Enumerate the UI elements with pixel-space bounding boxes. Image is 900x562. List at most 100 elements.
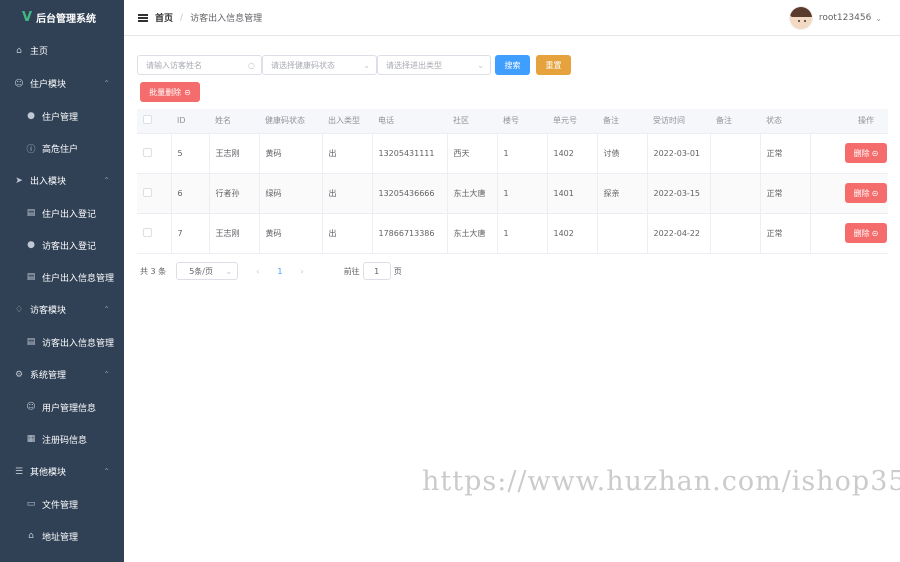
menu-icon: ☰ (14, 466, 24, 477)
cell-unit: 1401 (547, 173, 598, 214)
cell-name: 行者孙 (209, 173, 260, 214)
filter-bar: 请输入访客姓名 ○ 请选择健康码状态 ⌄ 请选择进出类型 ⌄ 搜索 重置 (137, 55, 571, 75)
cell-name: 王志刚 (209, 213, 260, 254)
row-select-cell[interactable] (137, 173, 172, 214)
sidebar-item-label: 住户管理 (42, 112, 79, 123)
search-button[interactable]: 搜索 (495, 55, 530, 75)
sidebar-item[interactable]: ⓘ 高危住户 (0, 132, 124, 164)
watermark: https://www.huzhan.com/ishop3572 (422, 466, 900, 497)
column-header: 操作 (810, 109, 888, 134)
column-header: 状态 (760, 109, 810, 134)
column-header: 姓名 (209, 109, 259, 134)
select-all-header[interactable] (137, 109, 171, 134)
sidebar-item[interactable]: ☰ 其他模块 ⌃ (0, 455, 124, 488)
sidebar-item[interactable]: ☺ 住户模块 ⌃ (0, 67, 124, 100)
page-size-select[interactable]: 5条/页 ⌄ (176, 262, 239, 280)
sidebar-item-label: 文件管理 (42, 500, 79, 511)
cell-visit-time: 2022-03-15 (647, 173, 711, 214)
document-icon: ▤ (26, 337, 36, 347)
cell-id: 6 (171, 173, 210, 214)
avatar[interactable] (788, 6, 813, 30)
home-icon: ⌂ (16, 45, 22, 56)
row-select-cell[interactable] (137, 133, 172, 174)
batch-delete-button[interactable]: 批量删除 ⊝ (140, 82, 200, 102)
sidebar-item[interactable]: ☺ 用户管理信息 (0, 391, 124, 423)
sidebar-item[interactable]: ● 住户管理 (0, 100, 124, 132)
sidebar-item[interactable]: ♢ 访客模块 ⌃ (0, 293, 124, 326)
user-icon: ☺ (14, 78, 24, 89)
reset-button[interactable]: 重置 (536, 55, 571, 75)
goto-page-input[interactable]: 1 (362, 262, 391, 280)
sidebar-item-label: 访客模块 (30, 306, 67, 316)
column-header: 备注 (597, 109, 647, 134)
delete-button[interactable]: 删除 ⊝ (845, 183, 887, 203)
close-circle-icon: ⊝ (871, 148, 879, 158)
breadcrumb-separator: / (180, 12, 184, 23)
sidebar-item[interactable]: ⌂ 主页 (0, 34, 124, 67)
delete-label: 删除 (853, 188, 870, 198)
next-page-icon[interactable]: › (300, 267, 303, 276)
table-row[interactable]: 6 行者孙 绿码出 13205436666 东土大唐 1 1401 探亲 2022-03-15 正… (137, 173, 888, 214)
cell-unit: 1402 (547, 133, 598, 174)
goto-suffix: 页 (393, 266, 402, 276)
sidebar-item-label: 地址管理 (42, 532, 79, 543)
breadcrumb: 首页 / 访客出入信息管理 (155, 11, 262, 25)
select-all-checkbox[interactable] (143, 115, 152, 125)
hamburger-icon[interactable] (138, 13, 148, 22)
row-checkbox[interactable] (143, 147, 152, 157)
thumb-icon: ♢ (14, 304, 24, 315)
visitor-table: ID 姓名 健康码状态 出入类型 电话 社区 楼号 单元号 备注 受访时间 备注 状态 操作 5 王志刚黄… (137, 109, 888, 254)
sidebar-item-label: 主页 (30, 47, 49, 57)
access-type-select[interactable]: 请选择进出类型 ⌄ (377, 55, 491, 75)
gear-icon: ⚙ (14, 369, 24, 380)
chevron-up-icon: ⌃ (103, 79, 110, 88)
cell-note: 讨债 (597, 133, 648, 174)
sidebar-item[interactable]: ⚙ 系统管理 ⌃ (0, 358, 124, 391)
cell-community: 东土大唐 (447, 173, 498, 214)
cell-visit-time: 2022-03-01 (647, 133, 711, 174)
page-number[interactable]: 1 (277, 267, 282, 276)
batch-delete-label: 批量删除 (149, 87, 182, 97)
cell-note2 (710, 133, 761, 174)
user-menu[interactable]: root123456 ⌄ (788, 6, 882, 30)
username[interactable]: root123456 (819, 13, 871, 23)
close-circle-icon: ⊝ (871, 228, 879, 238)
sidebar-item[interactable]: ⌂ 地址管理 (0, 520, 124, 552)
goto-prefix: 前往 (343, 266, 360, 276)
cell-community: 西天 (447, 133, 498, 174)
sidebar-item[interactable]: ▤ 住户出入信息管理 (0, 261, 124, 293)
cell-community: 东土大唐 (447, 213, 498, 254)
breadcrumb-home[interactable]: 首页 (155, 11, 173, 24)
row-select-cell[interactable] (137, 213, 172, 254)
health-code-placeholder: 请选择健康码状态 (271, 60, 335, 70)
chevron-down-icon[interactable]: ⌄ (875, 14, 882, 23)
sidebar-item-label: 出入模块 (30, 177, 67, 187)
document-icon: ▤ (26, 272, 36, 282)
table-row[interactable]: 7 王志刚 黄码出 17866713386 东土大唐 1 1402 2022-04-22 正常 删… (137, 213, 888, 254)
table-header-row: ID 姓名 健康码状态 出入类型 电话 社区 楼号 单元号 备注 受访时间 备注 状态 操作 (137, 109, 888, 134)
row-checkbox[interactable] (143, 187, 152, 197)
cell-phone: 13205431111 (372, 133, 448, 174)
cell-phone: 13205436666 (372, 173, 448, 214)
delete-label: 删除 (853, 228, 870, 238)
visitor-name-input[interactable]: 请输入访客姓名 ○ (137, 55, 262, 75)
sidebar-item[interactable]: ➤ 出入模块 ⌃ (0, 164, 124, 197)
sidebar-item[interactable]: ▤ 住户出入登记 (0, 197, 124, 229)
goto-page-value: 1 (374, 266, 380, 276)
column-header: 受访时间 (647, 109, 710, 134)
row-checkbox[interactable] (143, 227, 152, 237)
table-row[interactable]: 5 王志刚 黄码出 13205431111 西天 1 1402 讨债 2022-03-01 正常 删… (137, 133, 888, 174)
sidebar-item[interactable]: ▭ 文件管理 (0, 488, 124, 520)
sidebar-item[interactable]: ▤ 访客出入信息管理 (0, 326, 124, 358)
column-header: ID (171, 109, 209, 134)
delete-button[interactable]: 删除 ⊝ (845, 143, 887, 163)
cell-building: 1 (497, 133, 548, 174)
health-code-select[interactable]: 请选择健康码状态 ⌄ (262, 55, 377, 75)
sidebar-item[interactable]: ● 访客出入登记 (0, 229, 124, 261)
cell-status: 正常 (760, 173, 811, 214)
sidebar-item[interactable]: ▦ 注册码信息 (0, 423, 124, 455)
delete-button[interactable]: 删除 ⊝ (845, 223, 887, 243)
column-header: 健康码状态 (259, 109, 322, 134)
prev-page-icon[interactable]: ‹ (256, 267, 259, 276)
visitor-name-placeholder: 请输入访客姓名 (146, 60, 202, 70)
